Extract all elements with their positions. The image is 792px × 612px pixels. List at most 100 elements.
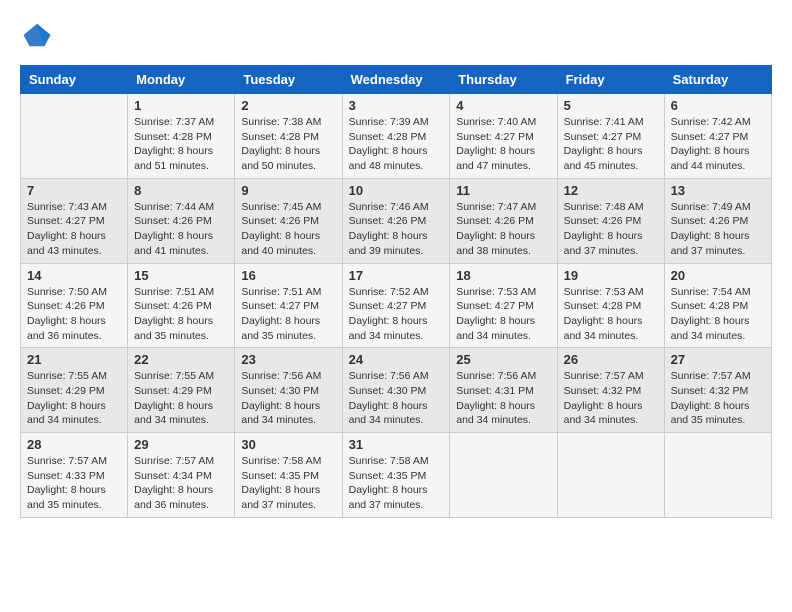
cell-info: Sunrise: 7:38 AMSunset: 4:28 PMDaylight:…: [241, 115, 335, 174]
calendar-cell: [450, 433, 557, 518]
day-number: 29: [134, 437, 228, 452]
cell-info: Sunrise: 7:56 AMSunset: 4:31 PMDaylight:…: [456, 369, 550, 428]
cell-info: Sunrise: 7:51 AMSunset: 4:27 PMDaylight:…: [241, 285, 335, 344]
day-number: 27: [671, 352, 765, 367]
cell-info: Sunrise: 7:49 AMSunset: 4:26 PMDaylight:…: [671, 200, 765, 259]
calendar-cell: 26 Sunrise: 7:57 AMSunset: 4:32 PMDayligh…: [557, 348, 664, 433]
day-number: 1: [134, 98, 228, 113]
day-number: 9: [241, 183, 335, 198]
calendar-cell: 19Sunrise: 7:53 AMSunset: 4:28 PMDayligh…: [557, 263, 664, 348]
cell-info: Sunrise: 7:44 AMSunset: 4:26 PMDaylight:…: [134, 200, 228, 259]
cell-info: Sunrise: 7:58 AMSunset: 4:35 PMDaylight:…: [241, 454, 335, 513]
col-header-wednesday: Wednesday: [342, 66, 450, 94]
day-number: 11: [456, 183, 550, 198]
day-number: 3: [349, 98, 444, 113]
calendar-table: SundayMondayTuesdayWednesdayThursdayFrid…: [20, 65, 772, 518]
calendar-cell: 25 Sunrise: 7:56 AMSunset: 4:31 PMDayligh…: [450, 348, 557, 433]
week-row-5: 28 Sunrise: 7:57 AMSunset: 4:33 PMDayligh…: [21, 433, 772, 518]
calendar-cell: [664, 433, 771, 518]
calendar-cell: 21Sunrise: 7:55 AMSunset: 4:29 PMDayligh…: [21, 348, 128, 433]
calendar-cell: 5 Sunrise: 7:41 AMSunset: 4:27 PMDaylight…: [557, 94, 664, 179]
day-number: 21: [27, 352, 121, 367]
day-number: 31: [349, 437, 444, 452]
cell-info: Sunrise: 7:41 AMSunset: 4:27 PMDaylight:…: [564, 115, 658, 174]
calendar-cell: 28 Sunrise: 7:57 AMSunset: 4:33 PMDayligh…: [21, 433, 128, 518]
cell-info: Sunrise: 7:45 AMSunset: 4:26 PMDaylight:…: [241, 200, 335, 259]
cell-info: Sunrise: 7:53 AMSunset: 4:27 PMDaylight:…: [456, 285, 550, 344]
calendar-cell: 11 Sunrise: 7:47 AMSunset: 4:26 PMDayligh…: [450, 178, 557, 263]
day-number: 26: [564, 352, 658, 367]
cell-info: Sunrise: 7:56 AMSunset: 4:30 PMDaylight:…: [241, 369, 335, 428]
calendar-cell: 16 Sunrise: 7:51 AMSunset: 4:27 PMDayligh…: [235, 263, 342, 348]
day-number: 17: [349, 268, 444, 283]
day-number: 18: [456, 268, 550, 283]
week-row-3: 14Sunrise: 7:50 AMSunset: 4:26 PMDayligh…: [21, 263, 772, 348]
cell-info: Sunrise: 7:43 AMSunset: 4:27 PMDaylight:…: [27, 200, 121, 259]
calendar-cell: 12 Sunrise: 7:48 AMSunset: 4:26 PMDayligh…: [557, 178, 664, 263]
day-number: 7: [27, 183, 121, 198]
day-number: 5: [564, 98, 658, 113]
cell-info: Sunrise: 7:57 AMSunset: 4:34 PMDaylight:…: [134, 454, 228, 513]
cell-info: Sunrise: 7:57 AMSunset: 4:33 PMDaylight:…: [27, 454, 121, 513]
cell-info: Sunrise: 7:57 AMSunset: 4:32 PMDaylight:…: [564, 369, 658, 428]
calendar-cell: 4 Sunrise: 7:40 AMSunset: 4:27 PMDaylight…: [450, 94, 557, 179]
page-header: [20, 20, 772, 55]
calendar-cell: [557, 433, 664, 518]
calendar-cell: 29 Sunrise: 7:57 AMSunset: 4:34 PMDayligh…: [128, 433, 235, 518]
cell-info: Sunrise: 7:47 AMSunset: 4:26 PMDaylight:…: [456, 200, 550, 259]
calendar-cell: 22Sunrise: 7:55 AMSunset: 4:29 PMDayligh…: [128, 348, 235, 433]
calendar-cell: 20Sunrise: 7:54 AMSunset: 4:28 PMDayligh…: [664, 263, 771, 348]
cell-info: Sunrise: 7:48 AMSunset: 4:26 PMDaylight:…: [564, 200, 658, 259]
day-number: 4: [456, 98, 550, 113]
day-number: 12: [564, 183, 658, 198]
day-number: 16: [241, 268, 335, 283]
cell-info: Sunrise: 7:40 AMSunset: 4:27 PMDaylight:…: [456, 115, 550, 174]
calendar-cell: 10Sunrise: 7:46 AMSunset: 4:26 PMDayligh…: [342, 178, 450, 263]
day-number: 23: [241, 352, 335, 367]
cell-info: Sunrise: 7:57 AMSunset: 4:32 PMDaylight:…: [671, 369, 765, 428]
logo-icon: [22, 20, 52, 50]
cell-info: Sunrise: 7:50 AMSunset: 4:26 PMDaylight:…: [27, 285, 121, 344]
calendar-cell: 3Sunrise: 7:39 AMSunset: 4:28 PMDaylight…: [342, 94, 450, 179]
cell-info: Sunrise: 7:46 AMSunset: 4:26 PMDaylight:…: [349, 200, 444, 259]
cell-info: Sunrise: 7:51 AMSunset: 4:26 PMDaylight:…: [134, 285, 228, 344]
calendar-cell: 6Sunrise: 7:42 AMSunset: 4:27 PMDaylight…: [664, 94, 771, 179]
cell-info: Sunrise: 7:56 AMSunset: 4:30 PMDaylight:…: [349, 369, 444, 428]
day-number: 22: [134, 352, 228, 367]
calendar-cell: 24Sunrise: 7:56 AMSunset: 4:30 PMDayligh…: [342, 348, 450, 433]
week-row-4: 21Sunrise: 7:55 AMSunset: 4:29 PMDayligh…: [21, 348, 772, 433]
day-number: 28: [27, 437, 121, 452]
day-number: 15: [134, 268, 228, 283]
calendar-cell: 1 Sunrise: 7:37 AMSunset: 4:28 PMDaylight…: [128, 94, 235, 179]
col-header-sunday: Sunday: [21, 66, 128, 94]
week-row-2: 7 Sunrise: 7:43 AMSunset: 4:27 PMDaylight…: [21, 178, 772, 263]
cell-info: Sunrise: 7:37 AMSunset: 4:28 PMDaylight:…: [134, 115, 228, 174]
calendar-cell: 18 Sunrise: 7:53 AMSunset: 4:27 PMDayligh…: [450, 263, 557, 348]
col-header-monday: Monday: [128, 66, 235, 94]
calendar-cell: 2Sunrise: 7:38 AMSunset: 4:28 PMDaylight…: [235, 94, 342, 179]
calendar-cell: 30Sunrise: 7:58 AMSunset: 4:35 PMDayligh…: [235, 433, 342, 518]
calendar-cell: 27 Sunrise: 7:57 AMSunset: 4:32 PMDayligh…: [664, 348, 771, 433]
cell-info: Sunrise: 7:58 AMSunset: 4:35 PMDaylight:…: [349, 454, 444, 513]
calendar-cell: 17Sunrise: 7:52 AMSunset: 4:27 PMDayligh…: [342, 263, 450, 348]
calendar-cell: 13 Sunrise: 7:49 AMSunset: 4:26 PMDayligh…: [664, 178, 771, 263]
calendar-cell: 15 Sunrise: 7:51 AMSunset: 4:26 PMDayligh…: [128, 263, 235, 348]
calendar-cell: 8 Sunrise: 7:44 AMSunset: 4:26 PMDaylight…: [128, 178, 235, 263]
logo: [20, 20, 52, 55]
calendar-cell: 14Sunrise: 7:50 AMSunset: 4:26 PMDayligh…: [21, 263, 128, 348]
cell-info: Sunrise: 7:42 AMSunset: 4:27 PMDaylight:…: [671, 115, 765, 174]
col-header-saturday: Saturday: [664, 66, 771, 94]
calendar-cell: 9 Sunrise: 7:45 AMSunset: 4:26 PMDaylight…: [235, 178, 342, 263]
day-number: 13: [671, 183, 765, 198]
col-header-tuesday: Tuesday: [235, 66, 342, 94]
day-number: 8: [134, 183, 228, 198]
day-number: 25: [456, 352, 550, 367]
calendar-cell: [21, 94, 128, 179]
col-header-friday: Friday: [557, 66, 664, 94]
header-row: SundayMondayTuesdayWednesdayThursdayFrid…: [21, 66, 772, 94]
calendar-cell: 23 Sunrise: 7:56 AMSunset: 4:30 PMDayligh…: [235, 348, 342, 433]
calendar-cell: 7 Sunrise: 7:43 AMSunset: 4:27 PMDaylight…: [21, 178, 128, 263]
calendar-cell: 31 Sunrise: 7:58 AMSunset: 4:35 PMDayligh…: [342, 433, 450, 518]
cell-info: Sunrise: 7:54 AMSunset: 4:28 PMDaylight:…: [671, 285, 765, 344]
col-header-thursday: Thursday: [450, 66, 557, 94]
